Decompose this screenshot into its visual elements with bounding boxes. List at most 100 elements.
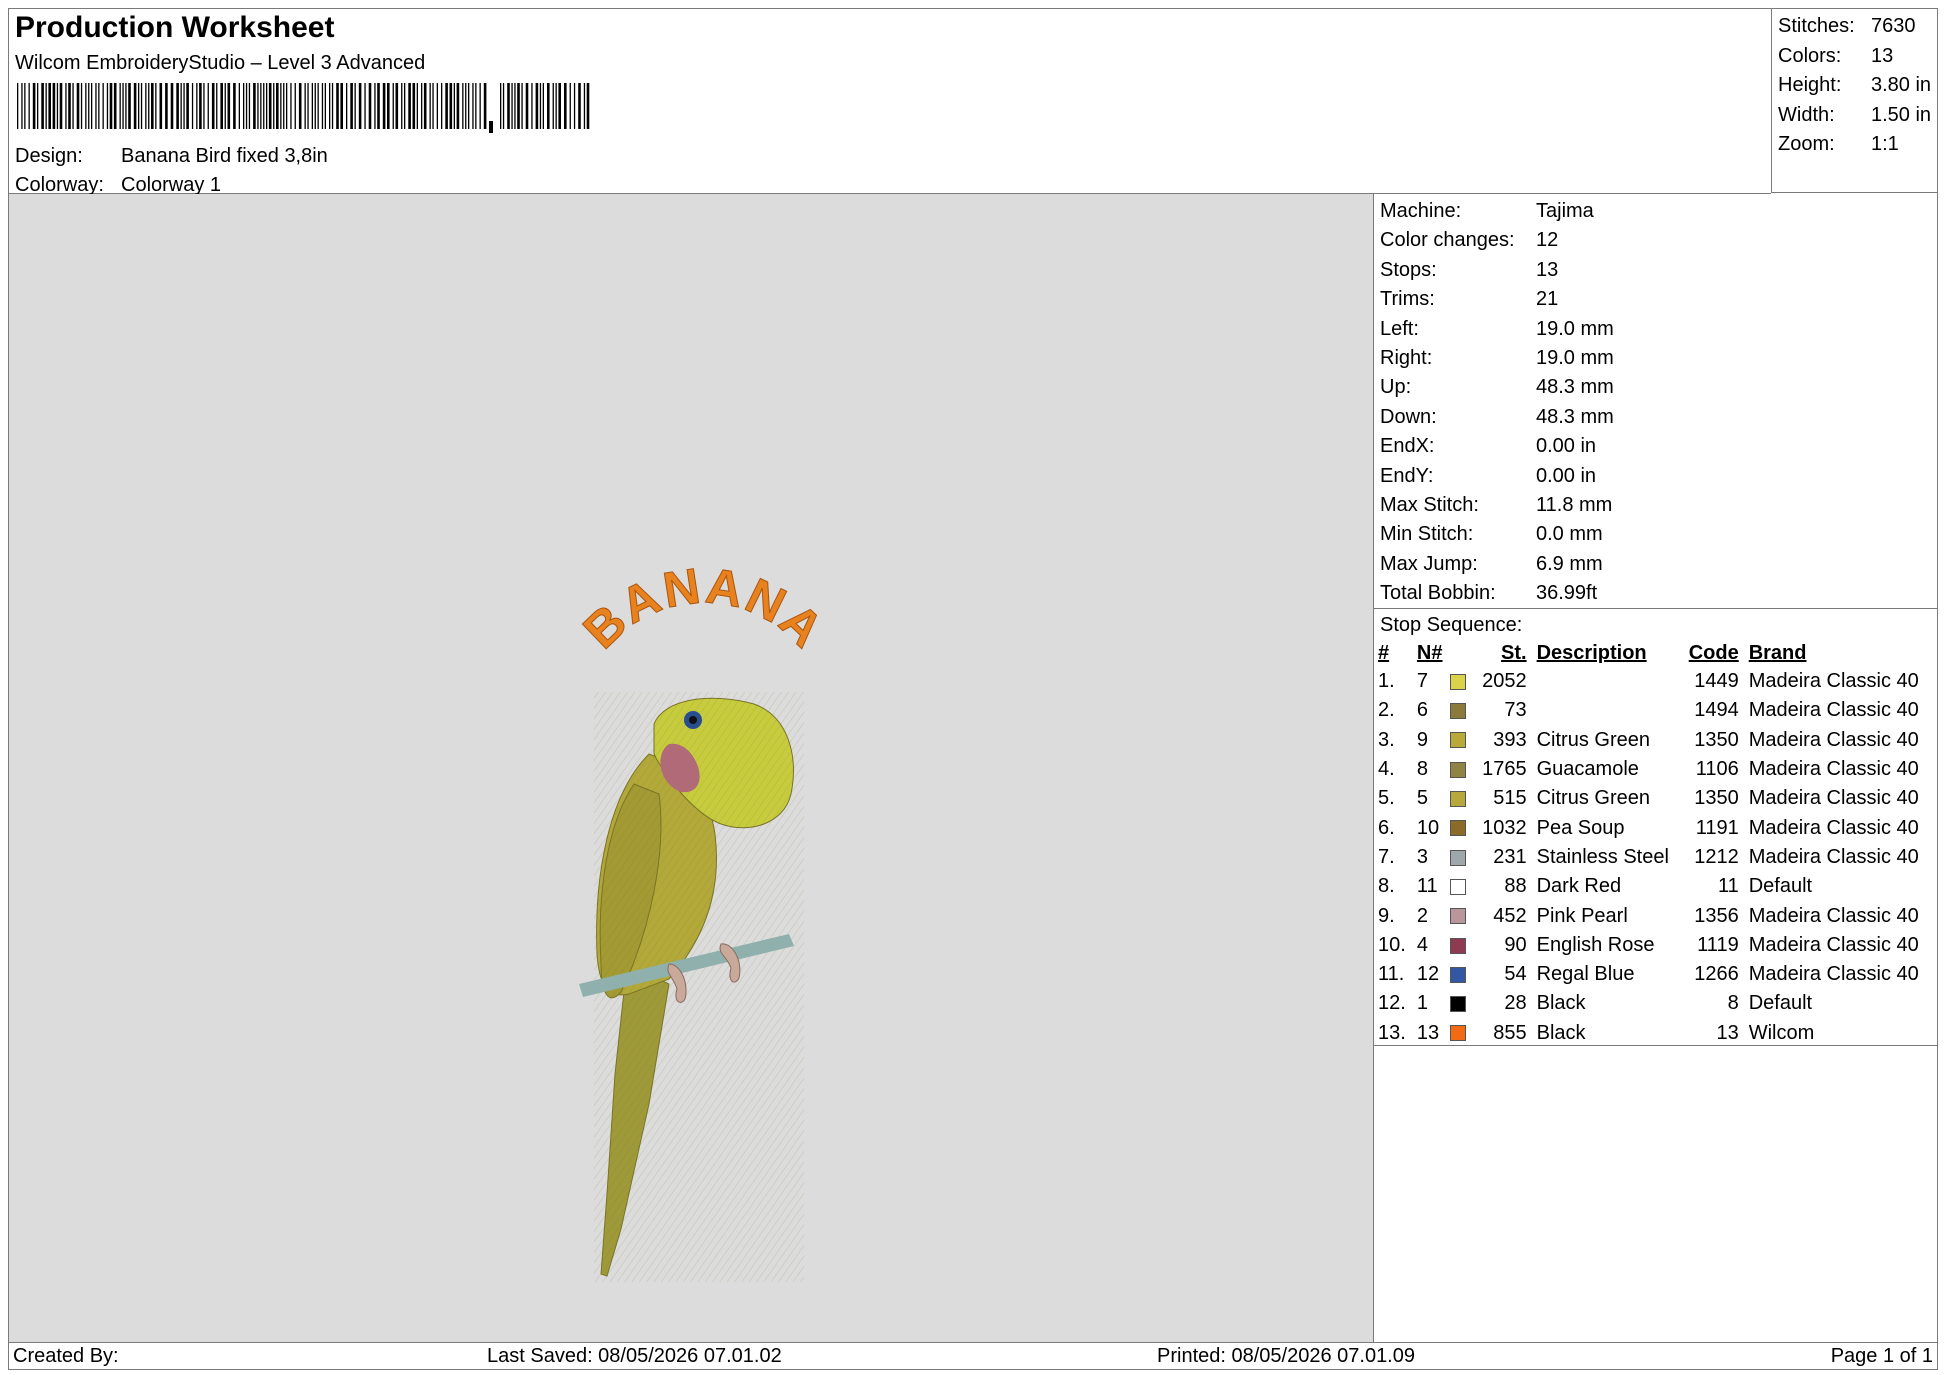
needle-number: 9: [1416, 728, 1429, 751]
needle-number: 12: [1416, 963, 1440, 986]
color-swatch: [1450, 1025, 1467, 1042]
stop-number: 11.: [1378, 963, 1405, 986]
machine-info-value: 0.0 mm: [1536, 523, 1603, 546]
needle-number: 1: [1416, 992, 1429, 1015]
table-row: 5. 5 515 Citrus Green 1350 Madeira Classic 40: [1378, 784, 1937, 813]
stitch-count: 28: [1504, 992, 1527, 1015]
machine-info-label: Down:: [1380, 405, 1437, 428]
col-header-stitches: St.: [1501, 642, 1527, 664]
thread-code: 1266: [1694, 963, 1739, 986]
machine-info-row: Right: 19.0 mm: [1380, 347, 1614, 370]
summary-label: Height:: [1778, 74, 1842, 96]
table-row: 6. 10 1032 Pea Soup 1191 Madeira Classic 40: [1378, 813, 1937, 842]
thread-description: Citrus Green: [1536, 787, 1650, 810]
table-row: 10. 4 90 English Rose 1119 Madeira Classic 40: [1378, 931, 1937, 960]
col-header-description: Description: [1536, 642, 1647, 664]
machine-info-value: 19.0 mm: [1536, 317, 1614, 340]
needle-number: 11: [1416, 875, 1438, 898]
machine-info-value: 0.00 in: [1536, 435, 1597, 458]
color-swatch: [1450, 761, 1467, 778]
thread-code: 8: [1727, 992, 1739, 1015]
thread-description: [1537, 696, 1689, 725]
color-swatch: [1450, 673, 1467, 690]
table-row: 1. 7 2052 1449 Madeira Classic 40: [1378, 667, 1937, 696]
bird-pupil: [689, 716, 697, 724]
color-swatch: [1450, 966, 1467, 983]
thread-code: 1212: [1694, 845, 1739, 868]
stop-number: 10.: [1378, 933, 1406, 956]
col-header-brand: Brand: [1748, 642, 1807, 664]
thread-description: English Rose: [1536, 933, 1655, 956]
machine-info-row: EndY: 0.00 in: [1380, 465, 1596, 488]
software-name: Wilcom EmbroideryStudio – Level 3 Advanc…: [15, 52, 426, 74]
thread-description: Stainless Steel: [1536, 845, 1669, 868]
color-swatch: [1450, 703, 1467, 720]
machine-info-row: Trims: 21: [1380, 288, 1558, 311]
machine-info-value: 6.9 mm: [1536, 552, 1603, 575]
stop-number: 4.: [1378, 758, 1395, 781]
stop-number: 8.: [1378, 875, 1395, 898]
embroidery-design: BANANA: [572, 557, 836, 1282]
summary-label: Stitches:: [1778, 15, 1855, 37]
stitch-count: 515: [1493, 787, 1527, 810]
color-swatch: [1450, 820, 1467, 837]
stop-number: 5.: [1378, 787, 1395, 810]
table-row: 13. 13 855 Black 13 Wilcom: [1378, 1019, 1937, 1048]
thread-description: Pea Soup: [1536, 816, 1625, 839]
thread-code: 1119: [1697, 933, 1739, 956]
needle-number: 2: [1416, 904, 1429, 927]
created-by: Created By:: [13, 1345, 119, 1367]
color-swatch: [1450, 791, 1467, 808]
stitch-count: 90: [1504, 933, 1527, 956]
summary-value: 7630: [1871, 15, 1916, 37]
machine-info-value: Tajima: [1536, 200, 1594, 222]
thread-description: [1537, 667, 1689, 696]
page-title: Production Worksheet: [15, 11, 335, 44]
col-header-needle: N#: [1416, 642, 1443, 664]
stitch-count: 2052: [1482, 670, 1527, 693]
machine-info-row: Machine: Tajima: [1380, 200, 1594, 223]
summary-label: Zoom:: [1778, 133, 1835, 155]
color-swatch: [1450, 878, 1467, 895]
design-preview: BANANA: [9, 194, 1374, 1342]
divider: [1374, 1045, 1937, 1046]
stop-number: 1.: [1378, 670, 1395, 693]
worksheet-footer: Created By: Last Saved: 08/05/2026 07.01…: [9, 1342, 1937, 1371]
machine-info-value: 21: [1536, 288, 1559, 311]
summary-label: Colors:: [1778, 44, 1842, 67]
col-header-number: #: [1378, 642, 1390, 664]
table-row: 11. 12 54 Regal Blue 1266 Madeira Classic 40: [1378, 960, 1937, 989]
stitch-count: 231: [1493, 845, 1527, 868]
thread-code: 1350: [1694, 728, 1739, 751]
machine-info-label: Min Stitch:: [1380, 523, 1474, 546]
table-row: 3. 9 393 Citrus Green 1350 Madeira Classic 40: [1378, 726, 1937, 755]
divider: [1374, 608, 1937, 609]
stop-sequence-title: Stop Sequence:: [1380, 614, 1523, 636]
machine-info-row: Total Bobbin: 36.99ft: [1380, 582, 1597, 605]
thread-description: Pink Pearl: [1536, 904, 1628, 927]
machine-info-value: 12: [1536, 229, 1559, 252]
thread-brand: Madeira Classic 40: [1748, 728, 1919, 751]
printed-date: Printed: 08/05/2026 07.01.09: [1157, 1345, 1415, 1367]
design-name: Banana Bird fixed 3,8in: [121, 145, 328, 167]
machine-info-row: Max Jump: 6.9 mm: [1380, 553, 1603, 576]
design-arc-text: BANANA: [573, 557, 836, 659]
page-number: Page 1 of 1: [1830, 1345, 1933, 1367]
machine-info-value: 48.3 mm: [1536, 376, 1614, 399]
thread-description: Guacamole: [1536, 758, 1639, 781]
table-row: 9. 2 452 Pink Pearl 1356 Madeira Classic 40: [1378, 901, 1937, 930]
thread-brand: Default: [1748, 992, 1813, 1015]
stitch-count: 88: [1504, 875, 1527, 898]
thread-code: 1191: [1695, 816, 1739, 839]
table-row: 12. 1 28 Black 8 Default: [1378, 989, 1937, 1018]
summary-row: Width: 1.50 in: [1778, 104, 1931, 127]
thread-brand: Madeira Classic 40: [1748, 699, 1919, 722]
machine-info-row: EndX: 0.00 in: [1380, 435, 1596, 458]
thread-description: Citrus Green: [1536, 728, 1650, 751]
design-label: Design:: [15, 145, 83, 167]
color-swatch: [1450, 732, 1467, 749]
stitch-count: 452: [1493, 904, 1527, 927]
summary-value: 1:1: [1871, 133, 1899, 155]
machine-info-value: 13: [1536, 258, 1559, 281]
thread-brand: Madeira Classic 40: [1748, 963, 1919, 986]
